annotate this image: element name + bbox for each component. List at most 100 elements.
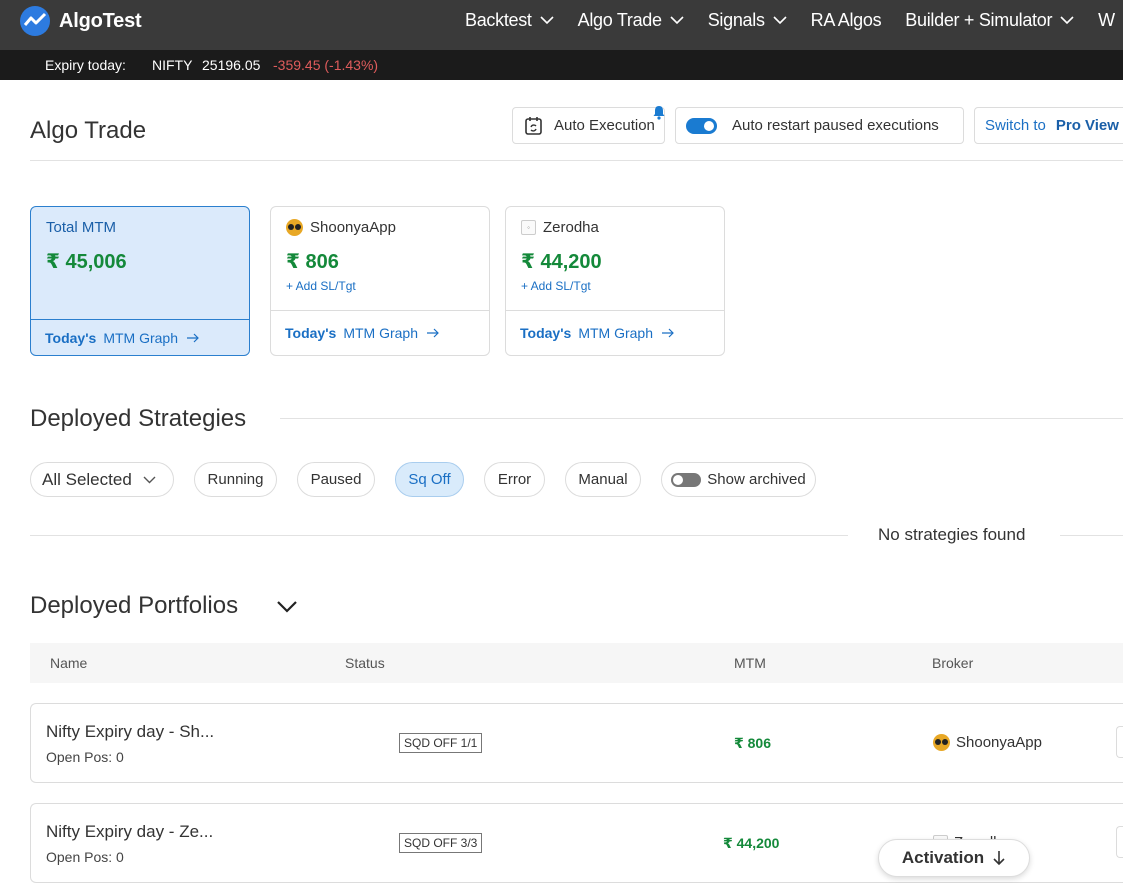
foot-link-text: MTM Graph — [578, 325, 653, 341]
card-value: ₹ 44,200 — [521, 251, 602, 273]
card-label-text: Zerodha — [543, 219, 599, 236]
strategy-filter-select[interactable]: All Selected — [30, 462, 174, 497]
deployed-portfolios-title: Deployed Portfolios — [30, 592, 239, 619]
portfolio-name: Nifty Expiry day - Ze... — [46, 822, 214, 841]
row-action-button[interactable] — [1116, 826, 1123, 858]
card-label: ShoonyaApp — [286, 219, 396, 236]
pro-view-label: Pro View — [1055, 117, 1119, 134]
ticker-label: Expiry today: — [45, 57, 126, 73]
auto-execution-label: Auto Execution — [554, 117, 655, 134]
mtm-card-shoonya: ShoonyaApp ₹ 806 + Add SL/Tgt Today's MT… — [270, 206, 490, 356]
divider — [1060, 535, 1123, 536]
arrow-right-icon — [427, 328, 439, 338]
nav-item-ra-algos[interactable]: RA Algos — [811, 10, 882, 31]
zerodha-broker-icon: ◦ — [521, 220, 536, 235]
card-label-text: ShoonyaApp — [310, 219, 396, 236]
nav-item-label: RA Algos — [810, 9, 882, 30]
arrow-right-icon — [187, 333, 199, 342]
algotest-logo-icon — [20, 6, 50, 36]
filter-manual[interactable]: Manual — [565, 462, 641, 497]
nav-menu: Backtest Algo Trade Signals RA Algos Bui… — [465, 0, 1123, 40]
activation-button[interactable]: Activation — [878, 839, 1030, 877]
status-badge: SQD OFF 1/1 — [399, 733, 483, 753]
card-label: ◦ Zerodha — [521, 219, 599, 236]
shoonya-broker-icon — [933, 734, 950, 751]
chevron-down-icon[interactable] — [276, 600, 298, 613]
empty-strategies-message: No strategies found — [878, 525, 1026, 544]
portfolio-broker: ShoonyaApp — [933, 734, 1042, 751]
portfolio-open-pos: Open Pos: 0 — [46, 749, 124, 765]
auto-restart-toggle-box[interactable]: Auto restart paused executions — [675, 107, 964, 144]
foot-bold-text: Today's — [285, 325, 337, 341]
chevron-down-icon — [143, 476, 156, 483]
chevron-down-icon — [1060, 15, 1074, 24]
add-sl-tgt-link[interactable]: + Add SL/Tgt — [521, 279, 591, 293]
auto-restart-toggle[interactable] — [686, 117, 717, 134]
mtm-card-total: Total MTM ₹ 45,006 Today's MTM Graph — [30, 206, 250, 356]
add-sl-tgt-link[interactable]: + Add SL/Tgt — [286, 279, 356, 293]
column-header-mtm: MTM — [734, 655, 766, 671]
portfolio-name: Nifty Expiry day - Sh... — [46, 722, 215, 741]
page-title: Algo Trade — [30, 117, 147, 144]
nav-item-label: W — [1098, 9, 1115, 30]
chevron-down-icon — [670, 15, 684, 24]
portfolio-table-header: Name Status MTM Broker — [30, 643, 1123, 683]
bell-icon — [653, 106, 665, 120]
auto-restart-label: Auto restart paused executions — [732, 117, 939, 134]
switch-view-button[interactable]: Switch to Pro View — [974, 107, 1123, 144]
activation-label: Activation — [901, 848, 985, 867]
nav-item-label: Signals — [707, 9, 765, 30]
arrow-down-icon — [993, 851, 1005, 866]
portfolio-mtm: ₹ 44,200 — [723, 835, 780, 851]
card-value: ₹ 45,006 — [46, 251, 127, 273]
filter-sq-off[interactable]: Sq Off — [395, 462, 464, 497]
nav-item-truncated[interactable]: W — [1098, 10, 1115, 31]
shoonya-broker-icon — [286, 219, 303, 236]
nav-item-builder-simulator[interactable]: Builder + Simulator — [905, 10, 1074, 31]
chevron-down-icon — [540, 15, 554, 24]
divider — [280, 418, 1123, 419]
column-header-status: Status — [345, 655, 385, 671]
ticker-change: -359.45 (-1.43%) — [273, 57, 379, 73]
nav-item-label: Builder + Simulator — [905, 9, 1053, 30]
mtm-graph-link[interactable]: Today's MTM Graph — [31, 319, 249, 355]
mtm-graph-link[interactable]: Today's MTM Graph — [271, 310, 489, 355]
switch-to-label: Switch to — [985, 117, 1046, 134]
ticker-symbol: NIFTY — [152, 57, 193, 73]
divider — [30, 535, 848, 536]
show-archived-toggle[interactable]: Show archived — [661, 462, 816, 497]
foot-link-text: MTM Graph — [343, 325, 418, 341]
nav-item-algo-trade[interactable]: Algo Trade — [578, 10, 684, 31]
app-logo[interactable]: AlgoTest — [20, 6, 142, 36]
nav-item-label: Backtest — [465, 9, 532, 30]
arrow-right-icon — [662, 328, 674, 338]
foot-bold-text: Today's — [45, 329, 97, 346]
mtm-graph-link[interactable]: Today's MTM Graph — [506, 310, 724, 355]
nav-item-signals[interactable]: Signals — [708, 10, 787, 31]
app-name: AlgoTest — [59, 9, 142, 32]
portfolio-open-pos: Open Pos: 0 — [46, 849, 124, 865]
deployed-strategies-title: Deployed Strategies — [30, 405, 247, 432]
expiry-ticker-bar: Expiry today: NIFTY 25196.05 -359.45 (-1… — [0, 50, 1123, 80]
ticker-price: 25196.05 — [202, 57, 261, 73]
archived-switch[interactable] — [671, 472, 702, 487]
filter-error[interactable]: Error — [484, 462, 545, 497]
filter-running[interactable]: Running — [194, 462, 277, 497]
row-action-button[interactable] — [1116, 726, 1123, 758]
show-archived-label: Show archived — [707, 471, 806, 488]
top-navbar: AlgoTest Backtest Algo Trade Signals RA … — [0, 0, 1123, 50]
column-header-name: Name — [50, 655, 88, 671]
card-label: Total MTM — [46, 219, 116, 236]
auto-execution-button[interactable]: Auto Execution — [512, 106, 665, 144]
portfolio-mtm: ₹ 806 — [734, 735, 771, 751]
filter-paused[interactable]: Paused — [297, 462, 375, 497]
nav-item-backtest[interactable]: Backtest — [465, 10, 554, 31]
card-label-text: Total MTM — [46, 219, 117, 236]
select-value: All Selected — [42, 469, 132, 489]
mtm-card-zerodha: ◦ Zerodha ₹ 44,200 + Add SL/Tgt Today's M… — [505, 206, 725, 356]
broker-name: ShoonyaApp — [956, 734, 1042, 751]
column-header-broker: Broker — [932, 655, 974, 671]
chevron-down-icon — [773, 15, 787, 24]
portfolio-row[interactable]: Nifty Expiry day - Sh... Open Pos: 0 SQD… — [30, 703, 1123, 783]
status-badge: SQD OFF 3/3 — [399, 833, 483, 853]
